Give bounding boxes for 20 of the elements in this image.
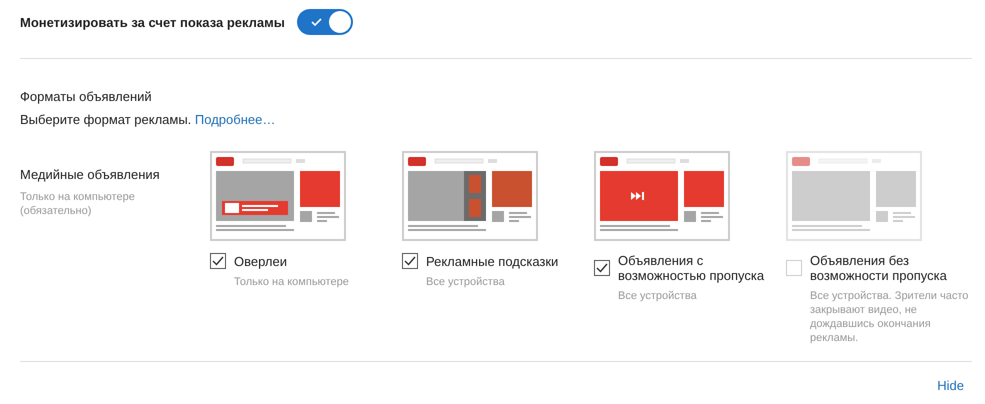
monetize-label: Монетизировать за счет показа рекламы [20, 14, 285, 30]
option-label: Объявления без возможности пропуска [810, 253, 948, 283]
option-label: Оверлеи [234, 254, 288, 268]
checkbox[interactable] [210, 253, 226, 269]
option-note: Только на компьютере [234, 275, 350, 289]
option-note: Все устройства [426, 275, 506, 289]
group-title: Медийные объявления [20, 167, 161, 182]
checkbox[interactable] [594, 260, 610, 276]
checkbox[interactable] [402, 253, 418, 269]
check-icon [310, 17, 322, 27]
hide-link[interactable]: Hide [937, 378, 964, 393]
option-note: Все устройства. Зрители часто закрывают видео, не дождавшись окончания рекламы. [810, 289, 970, 345]
option-label: Рекламные подсказки [426, 254, 560, 268]
option-note: Все устройства [618, 289, 698, 303]
group-note: Только на компьютере (обязательно) [20, 190, 136, 218]
monetize-toggle[interactable] [296, 9, 353, 35]
section-title: Форматы объявлений [20, 89, 153, 104]
learn-more-link[interactable]: Подробнее… [194, 112, 276, 127]
option-label: Объявления с возможностью пропуска [618, 253, 766, 283]
section-description: Выберите формат рекламы. Подробнее… [20, 112, 276, 127]
